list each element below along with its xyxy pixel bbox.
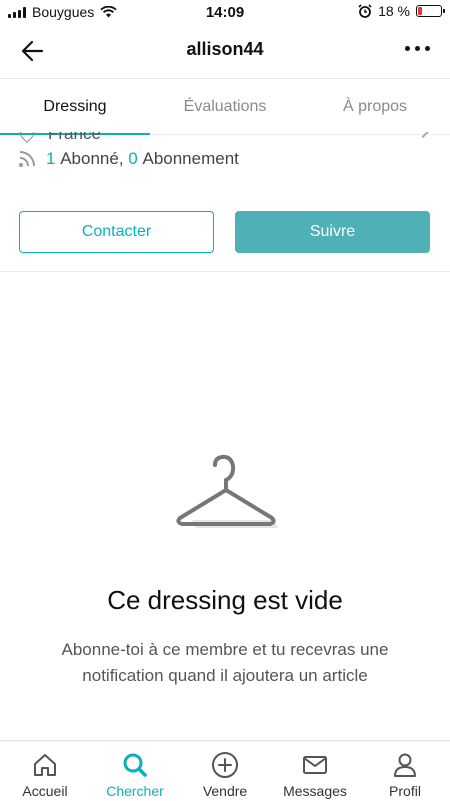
followers-count[interactable]: 1: [46, 149, 55, 169]
battery-fill: [418, 7, 422, 15]
bottom-tab-bar: Accueil Chercher Vendre Messages Profil: [0, 740, 450, 801]
battery-icon: [416, 5, 445, 17]
status-right: 18 %: [358, 3, 445, 19]
home-icon: [34, 754, 56, 776]
empty-state-text: Abonne-toi à ce membre et tu recevras un…: [61, 640, 389, 685]
tab-evaluations[interactable]: Évaluations: [150, 79, 300, 134]
follow-button[interactable]: Suivre: [235, 211, 430, 253]
user-icon: [394, 753, 416, 777]
tabbar-item-home[interactable]: Accueil: [0, 741, 90, 801]
rss-icon: [19, 151, 35, 167]
mail-icon: [303, 756, 327, 774]
tabbar-label-messages: Messages: [283, 783, 347, 799]
tabbar-label-search: Chercher: [106, 783, 164, 799]
location-row[interactable]: France: [18, 132, 432, 144]
hanger-icon: [176, 454, 278, 528]
battery-percent: 18 %: [378, 3, 410, 19]
nav-header: allison44: [0, 24, 450, 79]
alarm-icon: [358, 4, 372, 18]
chevron-right-icon: [415, 132, 431, 139]
status-bar: Bouygues 14:09 18 %: [0, 0, 450, 24]
followers-row: 1 Abonné, 0 Abonnement: [18, 149, 239, 169]
tabbar-item-messages[interactable]: Messages: [270, 741, 360, 801]
followers-label: Abonné,: [60, 149, 124, 168]
plus-circle-icon: [212, 752, 238, 778]
location-pin-icon: [18, 132, 37, 143]
tabbar-item-sell[interactable]: Vendre: [180, 741, 270, 801]
tabbar-item-search[interactable]: Chercher: [90, 741, 180, 801]
page-title: allison44: [186, 39, 264, 59]
tabbar-label-profile: Profil: [389, 783, 421, 799]
empty-state-title: Ce dressing est vide: [107, 585, 343, 615]
tab-dressing[interactable]: Dressing: [0, 79, 150, 135]
more-options-icon[interactable]: [405, 46, 430, 51]
profile-tabs: Dressing Évaluations À propos: [0, 79, 450, 135]
location-text: France: [48, 132, 101, 143]
following-count[interactable]: 0: [128, 149, 137, 169]
tabbar-label-sell: Vendre: [202, 783, 248, 799]
divider: [0, 271, 450, 272]
following-label: Abonnement: [142, 149, 239, 168]
contact-button[interactable]: Contacter: [19, 211, 214, 253]
tabbar-label-home: Accueil: [22, 783, 68, 799]
tabbar-item-profile[interactable]: Profil: [360, 741, 450, 801]
tab-about[interactable]: À propos: [300, 79, 450, 134]
search-icon: [123, 753, 147, 777]
